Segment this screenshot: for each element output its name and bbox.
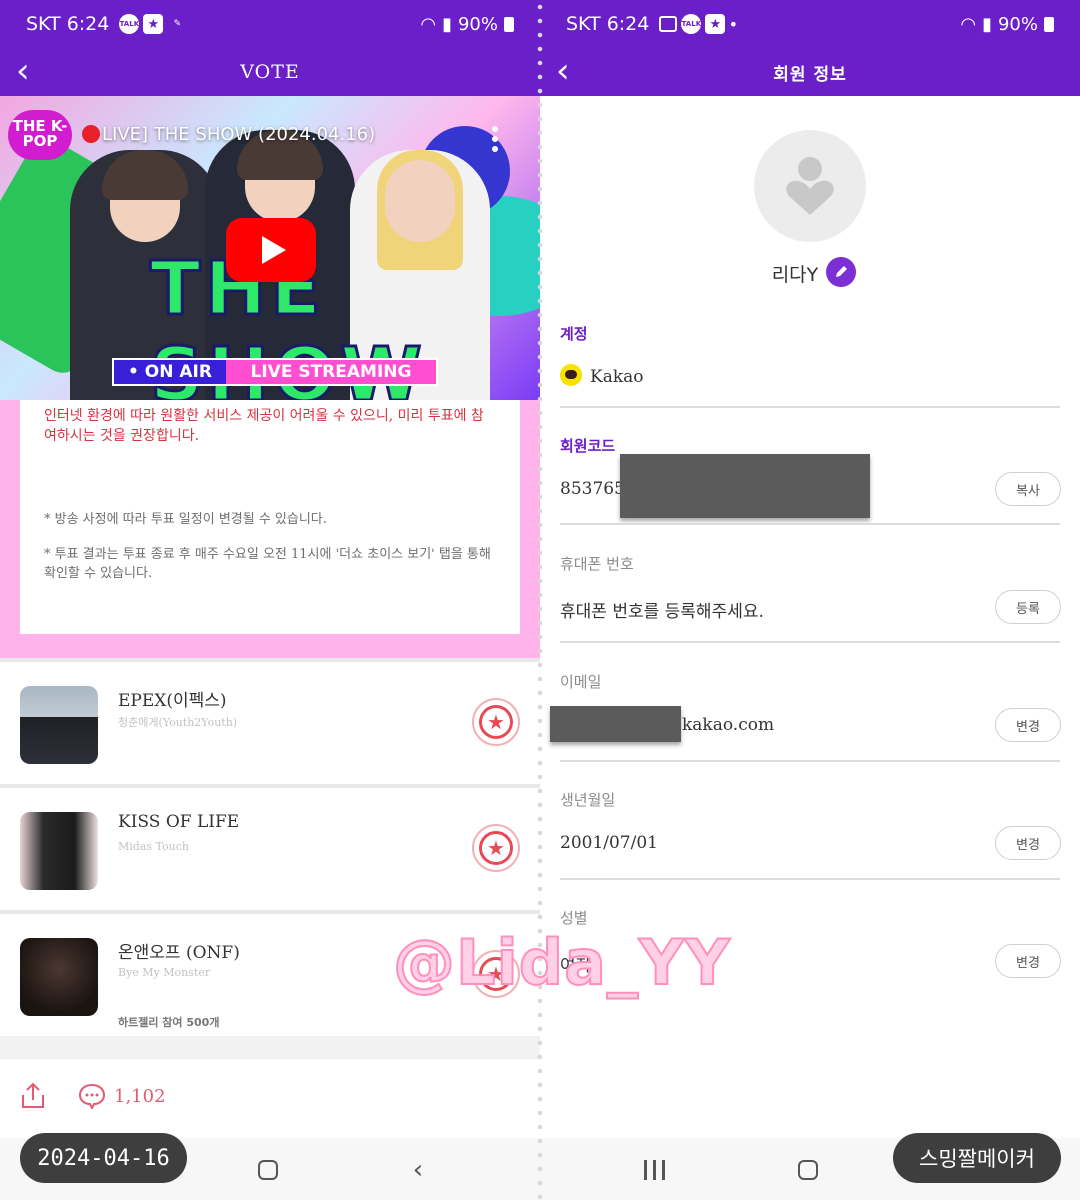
birth-value: 2001/07/01 — [560, 833, 658, 853]
member-code-value: 853765 — [560, 479, 625, 499]
battery-level: 90% — [457, 13, 498, 35]
phone-value: 휴대폰 번호를 등록해주세요. — [560, 602, 764, 622]
notice-card: 인터넷 환경에 따라 원활한 서비스 제공이 어려울 수 있으니, 미리 투표에… — [20, 400, 520, 634]
notice-warning: 인터넷 환경에 따라 원활한 서비스 제공이 어려울 수 있으니, 미리 투표에… — [44, 408, 484, 444]
more-options-icon[interactable] — [492, 126, 500, 152]
list-item: KISS OF LIFE Midas Touch ★ — [0, 788, 540, 910]
artist-name: 온앤오프 (ONF) — [118, 943, 240, 963]
redaction-block — [550, 706, 681, 742]
change-email-button[interactable]: 변경 — [995, 708, 1061, 742]
feather-icon: ✎ — [173, 19, 182, 29]
artist-name: KISS OF LIFE — [118, 812, 240, 832]
email-label: 이메일 — [560, 673, 602, 691]
maker-chip: 스밍짤메이커 — [893, 1133, 1061, 1183]
battery-level: 90% — [997, 13, 1038, 35]
wifi-icon: ◠ — [420, 13, 437, 35]
heart-jelly-count: 하트젤리 참여 500개 — [118, 1016, 220, 1029]
nickname: 리다Y — [771, 264, 819, 286]
user-icon — [786, 157, 834, 215]
vote-screen: SKT 6:24 TALK ★ ✎ ◠ ▮ 90% ‹ VOTE THE SHO… — [0, 0, 540, 1200]
wifi-icon: ◠ — [960, 13, 977, 35]
signal-icon: ▮ — [442, 13, 452, 35]
home-icon[interactable] — [254, 1156, 282, 1184]
song-title: Bye My Monster — [118, 966, 211, 979]
page-title: 회원 정보 — [773, 64, 847, 85]
song-title: Midas Touch — [118, 840, 189, 853]
star-app-icon: ★ — [705, 14, 726, 34]
change-birth-button[interactable]: 변경 — [995, 826, 1061, 860]
pencil-icon — [836, 266, 847, 277]
vote-button[interactable]: ★ — [472, 824, 520, 872]
watermark-text: @Lida_YY — [392, 925, 731, 1000]
carrier-time: SKT 6:24 — [566, 13, 650, 35]
on-air-banner: • ON AIR LIVE STREAMING — [112, 358, 438, 386]
member-info-screen: SKT 6:24 TALK ★ • ◠ ▮ 90% ‹ 회원 정보 리다Y 계정… — [540, 0, 1080, 1200]
video-title: LIVE] THE SHOW (2024.04.16) — [82, 124, 375, 145]
email-value: kakao.com — [682, 715, 775, 735]
battery-icon — [504, 16, 514, 32]
channel-logo: THE K-POP — [8, 110, 72, 160]
song-title: 청춘에게(Youth2Youth) — [118, 716, 238, 729]
app-bar: ‹ VOTE — [0, 48, 540, 96]
back-arrow-icon[interactable]: ‹ — [556, 54, 570, 88]
live-dot-icon — [82, 125, 100, 143]
artist-name: EPEX(이펙스) — [118, 691, 227, 711]
video-player[interactable]: THE SHOW THE K-POP LIVE] THE SHOW (2024.… — [0, 96, 540, 400]
member-code-label: 회원코드 — [560, 437, 616, 455]
notice-result: * 투표 결과는 투표 종료 후 매주 수요일 오전 11시에 '더쇼 초이스 … — [44, 547, 491, 581]
page-title: VOTE — [240, 61, 300, 83]
talk-icon: TALK — [119, 14, 140, 34]
account-label: 계정 — [560, 325, 588, 343]
star-app-icon: ★ — [143, 14, 164, 34]
status-bar: SKT 6:24 TALK ★ ✎ ◠ ▮ 90% — [0, 0, 540, 48]
change-gender-button[interactable]: 변경 — [995, 944, 1061, 978]
date-chip: 2024-04-16 — [20, 1133, 187, 1183]
avatar — [754, 130, 866, 242]
signal-icon: ▮ — [982, 13, 992, 35]
redaction-block — [620, 454, 870, 518]
share-icon[interactable] — [18, 1081, 48, 1111]
home-icon[interactable] — [794, 1156, 822, 1184]
notice-section: 인터넷 환경에 따라 원활한 서비스 제공이 어려울 수 있으니, 미리 투표에… — [0, 400, 540, 658]
notice-schedule: * 방송 사정에 따라 투표 일정이 변경될 수 있습니다. — [44, 512, 327, 527]
comment-count: 1,102 — [114, 1086, 166, 1107]
panel-divider — [537, 0, 543, 1200]
comment-icon[interactable] — [78, 1083, 106, 1109]
account-value: Kakao — [560, 364, 644, 387]
register-phone-button[interactable]: 등록 — [995, 590, 1061, 624]
battery-icon — [1044, 16, 1054, 32]
back-icon[interactable]: ‹ — [404, 1155, 432, 1185]
vote-button[interactable]: ★ — [472, 698, 520, 746]
star-icon: ★ — [479, 705, 513, 739]
artist-thumbnail — [20, 938, 98, 1016]
recent-apps-icon[interactable] — [640, 1156, 668, 1184]
copy-button[interactable]: 복사 — [995, 472, 1061, 506]
gender-label: 성별 — [560, 909, 588, 927]
birth-label: 생년월일 — [560, 791, 616, 809]
app-bar: ‹ 회원 정보 — [540, 48, 1080, 96]
play-button[interactable] — [226, 218, 316, 282]
edit-nickname-button[interactable] — [826, 257, 856, 287]
phone-label: 휴대폰 번호 — [560, 555, 634, 573]
dot-icon: • — [728, 14, 739, 34]
image-icon — [659, 16, 678, 32]
kakao-icon — [560, 364, 582, 386]
talk-icon: TALK — [681, 14, 702, 34]
list-item: EPEX(이펙스) 청춘에게(Youth2Youth) ★ — [0, 662, 540, 784]
star-icon: ★ — [479, 831, 513, 865]
bottom-actions: 1,102 — [0, 1058, 540, 1138]
carrier-time: SKT 6:24 — [26, 13, 110, 35]
artist-thumbnail — [20, 686, 98, 764]
artist-thumbnail — [20, 812, 98, 890]
status-bar: SKT 6:24 TALK ★ • ◠ ▮ 90% — [540, 0, 1080, 48]
play-icon — [261, 236, 286, 264]
back-arrow-icon[interactable]: ‹ — [16, 54, 30, 88]
